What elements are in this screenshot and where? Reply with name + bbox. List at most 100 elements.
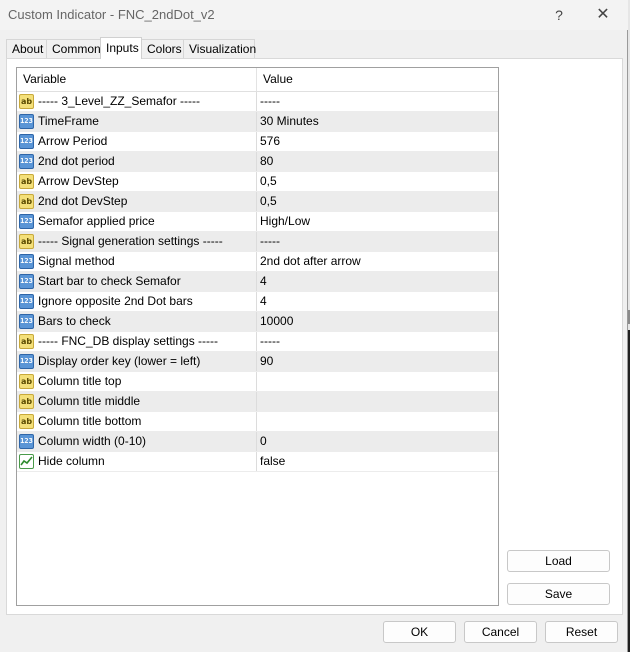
- variable-cell: 123 Arrow Period: [17, 132, 257, 151]
- grid-row[interactable]: 123 Arrow Period 576: [17, 132, 498, 152]
- variable-cell: ab Arrow DevStep: [17, 172, 257, 191]
- variable-cell: 123 TimeFrame: [17, 112, 257, 131]
- tab-colors[interactable]: Colors: [141, 39, 184, 58]
- variable-cell: Hide column: [17, 452, 257, 471]
- value-cell[interactable]: 90: [257, 352, 498, 371]
- grid-row[interactable]: ab Column title top: [17, 372, 498, 392]
- variable-cell: 123 Signal method: [17, 252, 257, 271]
- string-type-icon: ab: [19, 194, 34, 209]
- grid-row[interactable]: 123 Semafor applied price High/Low: [17, 212, 498, 232]
- close-button[interactable]: ✕: [588, 4, 618, 26]
- numeric-type-icon: 123: [19, 114, 34, 129]
- variable-name: Display order key (lower = left): [38, 354, 201, 368]
- variable-cell: 123 Start bar to check Semafor: [17, 272, 257, 291]
- column-header-variable[interactable]: Variable: [17, 68, 257, 91]
- window-title: Custom Indicator - FNC_2ndDot_v2: [8, 7, 215, 22]
- value-cell[interactable]: false: [257, 452, 498, 471]
- save-button[interactable]: Save: [507, 583, 610, 605]
- grid-row[interactable]: ab Column title bottom: [17, 412, 498, 432]
- value-cell[interactable]: 80: [257, 152, 498, 171]
- grid-row[interactable]: 123 2nd dot period 80: [17, 152, 498, 172]
- variable-cell: 123 Ignore opposite 2nd Dot bars: [17, 292, 257, 311]
- grid-row[interactable]: ab 2nd dot DevStep 0,5: [17, 192, 498, 212]
- grid-row[interactable]: 123 Ignore opposite 2nd Dot bars 4: [17, 292, 498, 312]
- reset-button[interactable]: Reset: [545, 621, 618, 643]
- string-type-icon: ab: [19, 174, 34, 189]
- value-cell[interactable]: 2nd dot after arrow: [257, 252, 498, 271]
- value-cell[interactable]: 10000: [257, 312, 498, 331]
- grid-row[interactable]: 123 TimeFrame 30 Minutes: [17, 112, 498, 132]
- tab-visualization[interactable]: Visualization: [183, 39, 256, 58]
- variable-cell: 123 Bars to check: [17, 312, 257, 331]
- grid-row[interactable]: ab Column title middle: [17, 392, 498, 412]
- variable-cell: 123 Display order key (lower = left): [17, 352, 257, 371]
- variable-name: Column width (0-10): [38, 434, 147, 448]
- grid-row[interactable]: 123 Signal method 2nd dot after arrow: [17, 252, 498, 272]
- variable-name: Column title top: [38, 374, 122, 388]
- numeric-type-icon: 123: [19, 134, 34, 149]
- value-cell[interactable]: 0,5: [257, 192, 498, 211]
- inputs-grid: Variable Value ab ----- 3_Level_ZZ_Semafo…: [16, 67, 499, 606]
- tab-common[interactable]: Common: [46, 39, 101, 58]
- value-cell[interactable]: [257, 392, 498, 411]
- column-header-value[interactable]: Value: [257, 68, 498, 91]
- value-cell[interactable]: 0: [257, 432, 498, 451]
- string-type-icon: ab: [19, 374, 34, 389]
- variable-name: ----- Signal generation settings -----: [38, 234, 223, 248]
- grid-rows: ab ----- 3_Level_ZZ_Semafor ----- ----- 123…: [17, 92, 498, 472]
- numeric-type-icon: 123: [19, 254, 34, 269]
- variable-cell: ab ----- Signal generation settings -----: [17, 232, 257, 251]
- boolean-type-icon: [19, 454, 34, 469]
- dialog-window: Custom Indicator - FNC_2ndDot_v2 ? ✕ Abo…: [0, 0, 628, 652]
- value-cell[interactable]: -----: [257, 232, 498, 251]
- cancel-button[interactable]: Cancel: [464, 621, 537, 643]
- tab-inputs[interactable]: Inputs: [100, 37, 142, 59]
- grid-row[interactable]: 123 Column width (0-10) 0: [17, 432, 498, 452]
- grid-row[interactable]: ab ----- FNC_DB display settings ----- ---…: [17, 332, 498, 352]
- grid-row[interactable]: Hide column false: [17, 452, 498, 472]
- numeric-type-icon: 123: [19, 294, 34, 309]
- variable-cell: ab Column title top: [17, 372, 257, 391]
- value-cell[interactable]: -----: [257, 332, 498, 351]
- variable-name: Start bar to check Semafor: [38, 274, 181, 288]
- grid-row[interactable]: 123 Bars to check 10000: [17, 312, 498, 332]
- variable-cell: ab Column title bottom: [17, 412, 257, 431]
- variable-cell: ab Column title middle: [17, 392, 257, 411]
- value-cell[interactable]: High/Low: [257, 212, 498, 231]
- value-cell[interactable]: 30 Minutes: [257, 112, 498, 131]
- grid-row[interactable]: ab Arrow DevStep 0,5: [17, 172, 498, 192]
- grid-row[interactable]: ab ----- Signal generation settings -----…: [17, 232, 498, 252]
- numeric-type-icon: 123: [19, 214, 34, 229]
- variable-cell: ab ----- FNC_DB display settings -----: [17, 332, 257, 351]
- value-cell[interactable]: -----: [257, 92, 498, 111]
- variable-name: ----- 3_Level_ZZ_Semafor -----: [38, 94, 201, 108]
- variable-name: Bars to check: [38, 314, 111, 328]
- load-button[interactable]: Load: [507, 550, 610, 572]
- variable-name: Arrow DevStep: [38, 174, 119, 188]
- variable-name: Column title middle: [38, 394, 141, 408]
- grid-row[interactable]: 123 Display order key (lower = left) 90: [17, 352, 498, 372]
- value-cell[interactable]: [257, 372, 498, 391]
- variable-name: Arrow Period: [38, 134, 108, 148]
- ok-button[interactable]: OK: [383, 621, 456, 643]
- grid-row[interactable]: 123 Start bar to check Semafor 4: [17, 272, 498, 292]
- value-cell[interactable]: 4: [257, 272, 498, 291]
- tab-about[interactable]: About: [6, 39, 47, 58]
- variable-name: Signal method: [38, 254, 115, 268]
- title-bar: Custom Indicator - FNC_2ndDot_v2 ? ✕: [0, 0, 628, 30]
- variable-name: ----- FNC_DB display settings -----: [38, 334, 219, 348]
- string-type-icon: ab: [19, 334, 34, 349]
- numeric-type-icon: 123: [19, 434, 34, 449]
- variable-name: Ignore opposite 2nd Dot bars: [38, 294, 193, 308]
- variable-name: Semafor applied price: [38, 214, 155, 228]
- help-button[interactable]: ?: [544, 4, 574, 26]
- value-cell[interactable]: 0,5: [257, 172, 498, 191]
- value-cell[interactable]: 4: [257, 292, 498, 311]
- grid-row[interactable]: ab ----- 3_Level_ZZ_Semafor ----- -----: [17, 92, 498, 112]
- value-cell[interactable]: 576: [257, 132, 498, 151]
- numeric-type-icon: 123: [19, 274, 34, 289]
- string-type-icon: ab: [19, 94, 34, 109]
- variable-cell: 123 Semafor applied price: [17, 212, 257, 231]
- value-cell[interactable]: [257, 412, 498, 431]
- string-type-icon: ab: [19, 234, 34, 249]
